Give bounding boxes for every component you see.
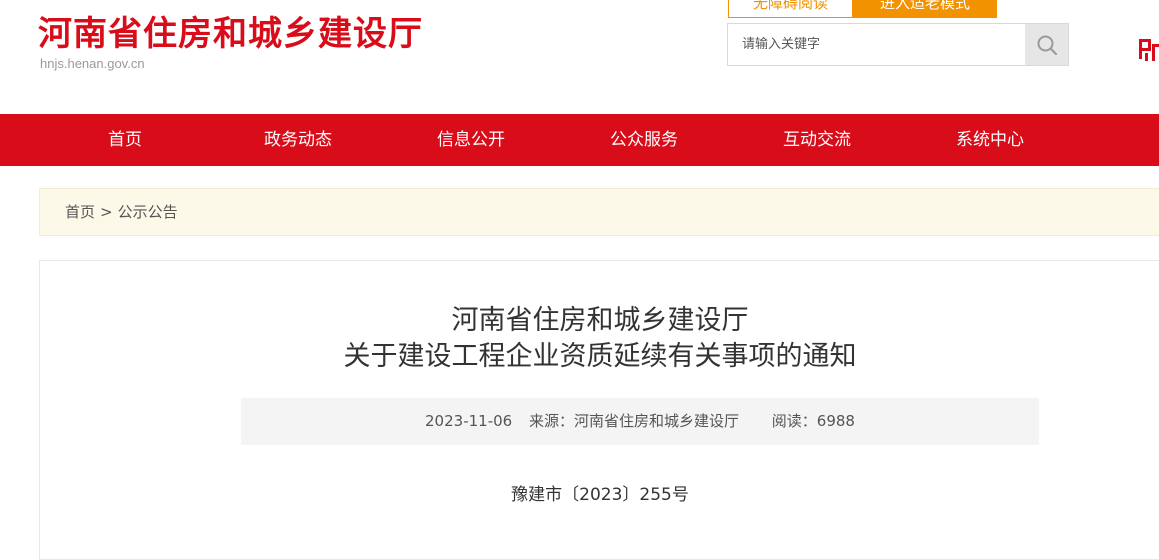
article-views: 阅读：6988 <box>771 412 855 430</box>
breadcrumb-separator: > <box>100 203 113 221</box>
main-navigation: 首页 政务动态 信息公开 公众服务 互动交流 系统中心 <box>0 114 1159 166</box>
site-domain: hnjs.henan.gov.cn <box>40 56 145 71</box>
breadcrumb-current-link[interactable]: 公示公告 <box>118 203 178 221</box>
search-button[interactable] <box>1025 24 1068 65</box>
article-title: 河南省住房和城乡建设厅 关于建设工程企业资质延续有关事项的通知 <box>40 303 1159 375</box>
search-box <box>727 23 1069 66</box>
document-number: 豫建市〔2023〕255号 <box>511 485 689 505</box>
nav-item-news[interactable]: 政务动态 <box>238 114 358 166</box>
nav-item-info-disclosure[interactable]: 信息公开 <box>411 114 531 166</box>
article-title-line1: 河南省住房和城乡建设厅 <box>451 305 749 336</box>
article-meta: 2023-11-06 来源：河南省住房和城乡建设厅 阅读：6988 <box>241 398 1039 445</box>
elder-mode-button[interactable]: 进入适老模式 <box>853 0 997 18</box>
nav-item-home[interactable]: 首页 <box>65 114 185 166</box>
search-icon <box>1037 35 1057 55</box>
nav-item-public-service[interactable]: 公众服务 <box>584 114 704 166</box>
accessible-reading-button[interactable]: 无障碍阅读 <box>728 0 853 18</box>
search-input[interactable] <box>728 24 1024 65</box>
article-source: 来源：河南省住房和城乡建设厅 <box>528 412 739 430</box>
emblem-icon[interactable] <box>1138 36 1159 62</box>
nav-item-system-center[interactable]: 系统中心 <box>930 114 1050 166</box>
breadcrumb: 首页 > 公示公告 <box>39 188 1159 236</box>
article-title-line2: 关于建设工程企业资质延续有关事项的通知 <box>343 341 857 372</box>
article-panel: 河南省住房和城乡建设厅 关于建设工程企业资质延续有关事项的通知 2023-11-… <box>39 260 1159 560</box>
site-title[interactable]: 河南省住房和城乡建设厅 <box>38 12 423 56</box>
nav-item-interaction[interactable]: 互动交流 <box>757 114 877 166</box>
breadcrumb-home-link[interactable]: 首页 <box>65 203 95 221</box>
article-date: 2023-11-06 <box>425 412 513 430</box>
